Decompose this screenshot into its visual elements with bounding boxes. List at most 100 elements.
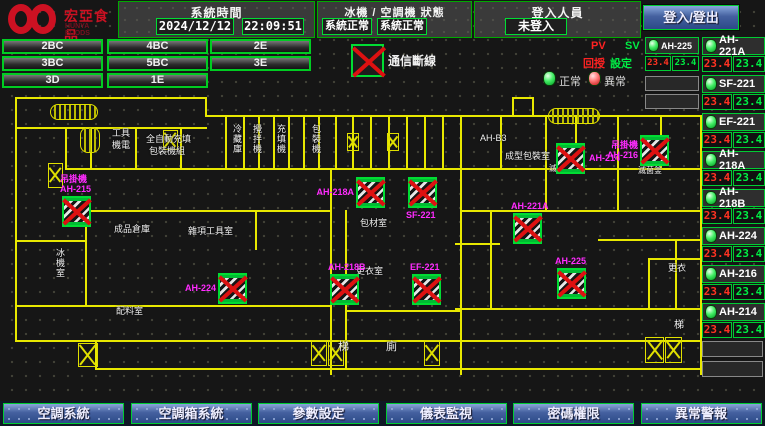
floor-button-2E[interactable]: 2E — [210, 39, 311, 54]
comm-fail-device-icon[interactable] — [218, 273, 247, 304]
floor-button-3D[interactable]: 3D — [2, 73, 103, 88]
wall — [15, 97, 207, 99]
comm-fail-device-icon[interactable] — [513, 213, 542, 244]
equipment-row-EF-221[interactable]: EF-221 — [702, 113, 765, 131]
status-lamp-icon — [705, 39, 717, 53]
nav-button-1[interactable]: 空調系統 — [3, 403, 124, 424]
brand-name-en: HUNYA FOODS — [65, 23, 115, 37]
room-label: 包裝機 — [311, 124, 321, 154]
equipment-row-AH-218B[interactable]: AH-218B — [702, 189, 765, 207]
wall — [95, 340, 702, 342]
wall — [205, 97, 207, 115]
brand-logo: 宏亞食品 HUNYA FOODS — [2, 1, 115, 37]
equipment-name: AH-225 — [661, 41, 692, 51]
equipment-name: SF-221 — [719, 78, 755, 90]
nav-button-2[interactable]: 空調箱系統 — [131, 403, 252, 424]
wall — [95, 368, 702, 370]
stairs-icon — [665, 337, 682, 363]
room-label: 機電 — [112, 140, 130, 150]
comm-fail-device-icon[interactable] — [330, 274, 359, 305]
comm-fail-device-icon[interactable] — [408, 177, 437, 208]
floor-button-3BC[interactable]: 3BC — [2, 56, 103, 71]
floor-button-1E[interactable]: 1E — [107, 73, 208, 88]
status-lamp-icon — [705, 267, 717, 281]
equipment-row-AH-218A[interactable]: AH-218A — [702, 151, 765, 169]
wall — [490, 210, 492, 308]
sv-value-AH-218A: 23.4 — [733, 170, 765, 186]
comm-fail-icon — [351, 44, 384, 77]
device-label: SF-221 — [406, 210, 436, 220]
nav-button-6[interactable]: 異常警報 — [641, 403, 762, 424]
floor-button-5BC[interactable]: 5BC — [107, 56, 208, 71]
equipment-name: EF-221 — [719, 116, 755, 128]
device-label: AH-224 — [185, 283, 216, 293]
bottom-nav: 空調系統空調箱系統參數設定儀表監視密碼權限異常警報 — [0, 401, 765, 426]
nav-button-3[interactable]: 參數設定 — [258, 403, 379, 424]
wall — [335, 115, 337, 168]
sv-value-AH-216: 23.4 — [733, 284, 765, 300]
pv-value-AH-214: 23.4 — [702, 322, 732, 338]
room-label: 廁 — [386, 342, 397, 352]
stairs-icon — [424, 340, 440, 366]
status-lamp-icon — [705, 77, 717, 91]
comm-fail-device-icon[interactable] — [557, 268, 586, 299]
room-label: 梯 — [674, 321, 684, 331]
device-label: 吊掛機AH-215 — [60, 174, 91, 194]
equipment-row-AH-225[interactable]: AH-225 — [645, 37, 699, 54]
comm-fail-device-icon[interactable] — [62, 196, 91, 227]
equipment-name: AH-218B — [719, 186, 764, 210]
wall — [455, 308, 700, 310]
status-lamp-icon — [705, 305, 717, 319]
normal-label: 正常 — [559, 73, 581, 89]
room-label: 滅菌釜 — [638, 166, 662, 176]
wall — [455, 243, 500, 245]
equipment-row-AH-221A[interactable]: AH-221A — [702, 37, 765, 55]
room-label: 冷藏庫 — [232, 124, 242, 154]
login-user-value: 未登入 — [505, 18, 567, 35]
login-logout-button[interactable]: 登入/登出 — [643, 5, 739, 30]
floor-button-2BC[interactable]: 2BC — [2, 39, 103, 54]
equipment-row-AH-224[interactable]: AH-224 — [702, 227, 765, 245]
equipment-slot-empty — [645, 94, 699, 109]
comm-fail-device-icon[interactable] — [356, 177, 385, 208]
comm-fail-device-icon[interactable] — [412, 274, 441, 305]
room-label: 冰機室 — [55, 248, 65, 278]
wall — [225, 115, 227, 168]
floor-button-3E[interactable]: 3E — [210, 56, 311, 71]
wall — [512, 97, 534, 99]
equipment-row-AH-214[interactable]: AH-214 — [702, 303, 765, 321]
equipment-name: AH-216 — [719, 268, 757, 280]
wall — [288, 115, 290, 168]
logo-ring-icon — [30, 4, 56, 34]
room-label: 成品倉庫 — [114, 224, 150, 234]
wall — [648, 258, 700, 260]
wall — [15, 340, 97, 342]
equipment-slot-empty — [645, 76, 699, 91]
system-time-value: 22:09:51 — [242, 18, 304, 35]
room-label: 更衣 — [668, 263, 686, 273]
equipment-slot-empty — [702, 361, 763, 377]
pv-legend-label: 回授 — [583, 55, 605, 71]
wall — [15, 305, 332, 307]
equipment-row-AH-216[interactable]: AH-216 — [702, 265, 765, 283]
spiral-stair-icon — [80, 127, 100, 153]
comm-fail-device-icon[interactable] — [640, 135, 669, 166]
abnormal-label: 異常 — [604, 73, 626, 89]
wall — [675, 239, 677, 308]
equipment-name: AH-224 — [719, 230, 757, 242]
wall — [255, 210, 257, 250]
floor-button-4BC[interactable]: 4BC — [107, 39, 208, 54]
status-lamp-icon — [705, 191, 717, 205]
stairs-icon — [347, 133, 359, 151]
device-label: AH-225 — [555, 256, 586, 266]
status-lamp-icon — [705, 153, 717, 167]
equipment-slot-empty — [702, 341, 763, 357]
equipment-row-SF-221[interactable]: SF-221 — [702, 75, 765, 93]
comm-fail-device-icon[interactable] — [556, 143, 585, 174]
nav-button-5[interactable]: 密碼權限 — [513, 403, 634, 424]
wall — [243, 115, 245, 168]
wall — [406, 115, 408, 168]
room-label: 充填機 — [276, 124, 286, 154]
wall — [345, 310, 462, 312]
nav-button-4[interactable]: 儀表監視 — [386, 403, 507, 424]
